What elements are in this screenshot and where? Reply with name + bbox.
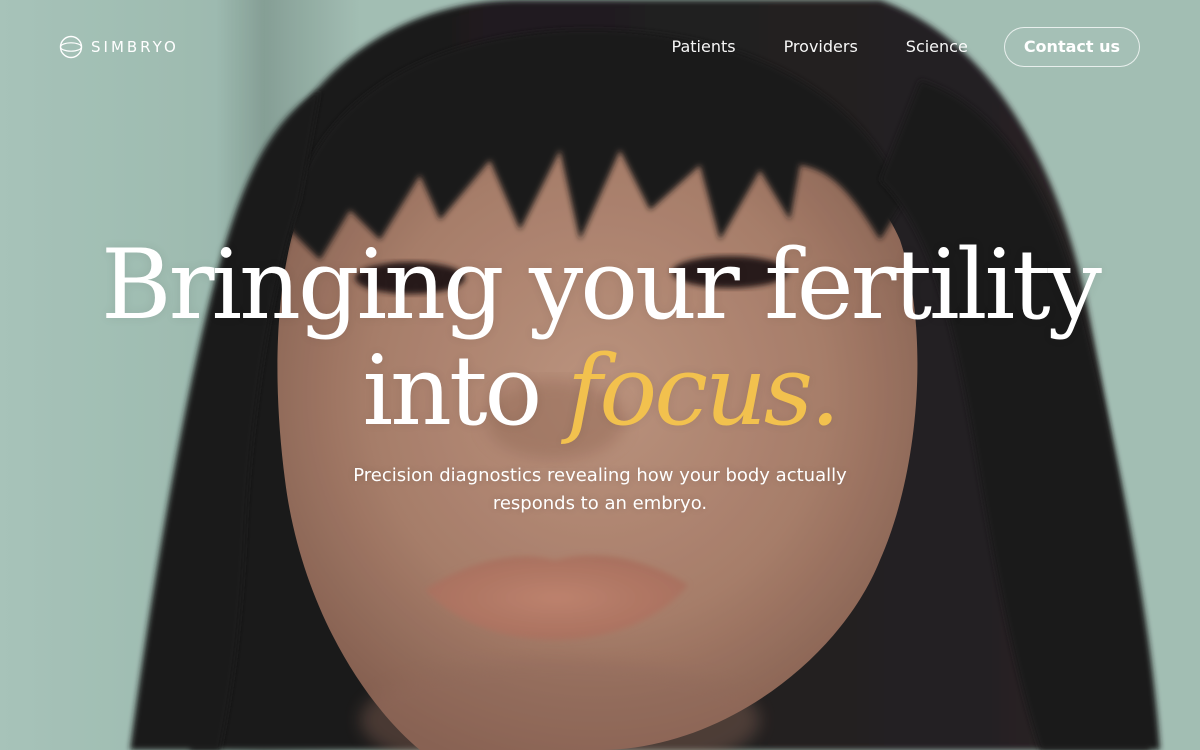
hero-headline: Bringing your fertility into focus. bbox=[0, 232, 1200, 444]
logo-link[interactable]: SIMBRYO bbox=[59, 35, 179, 59]
headline-accent-word: focus. bbox=[566, 335, 841, 447]
contact-us-button[interactable]: Contact us bbox=[1003, 27, 1140, 67]
subtitle-line-1: Precision diagnostics revealing how your… bbox=[353, 465, 847, 486]
headline-line-1: Bringing your fertility bbox=[101, 229, 1102, 341]
simbryo-ring-icon bbox=[59, 35, 83, 59]
nav-link-providers[interactable]: Providers bbox=[784, 27, 858, 67]
headline-line-2-prefix: into bbox=[362, 335, 542, 447]
nav-link-science[interactable]: Science bbox=[906, 27, 968, 67]
site-header: SIMBRYO Patients Providers Science Conta… bbox=[0, 0, 1200, 94]
hero-subtitle: Precision diagnostics revealing how your… bbox=[300, 462, 900, 518]
nav-link-patients[interactable]: Patients bbox=[672, 27, 736, 67]
subtitle-line-2: responds to an embryo. bbox=[492, 493, 708, 514]
main-nav: Patients Providers Science Contact us bbox=[672, 27, 1140, 67]
headline-line-2: into focus. bbox=[0, 338, 1200, 444]
brand-name: SIMBRYO bbox=[91, 38, 179, 56]
